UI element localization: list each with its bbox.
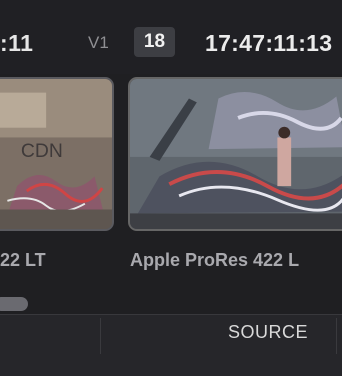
svg-text:CDN: CDN	[21, 140, 63, 162]
horizontal-scrollbar[interactable]	[0, 297, 342, 311]
clip-count-badge: 18	[134, 27, 175, 57]
clip-name: 22 LT	[0, 250, 46, 270]
scrollbar-thumb[interactable]	[0, 297, 28, 311]
clip-thumbnail-selected[interactable]	[128, 77, 342, 231]
timecode-left: :11	[0, 30, 34, 56]
media-pool-panel: :11 V1 18 17:47:11:13 CDN 22 LT Apple Pr…	[0, 0, 342, 376]
divider	[336, 318, 337, 354]
clip-name: Apple ProRes 422 L	[130, 250, 300, 270]
clip-header: :11 V1 18 17:47:11:13	[0, 0, 342, 74]
timecode-right: 17:47:11:13	[205, 30, 333, 56]
divider	[100, 318, 101, 354]
clip-thumbnail[interactable]: CDN	[0, 77, 114, 231]
graffiti-thumbnail-image	[130, 79, 342, 229]
graffiti-thumbnail-image: CDN	[0, 79, 112, 229]
track-label: V1	[88, 33, 109, 52]
source-tab[interactable]: SOURCE	[228, 322, 308, 343]
clip-strip[interactable]: CDN 22 LT Apple ProRes 422 L	[0, 74, 342, 314]
